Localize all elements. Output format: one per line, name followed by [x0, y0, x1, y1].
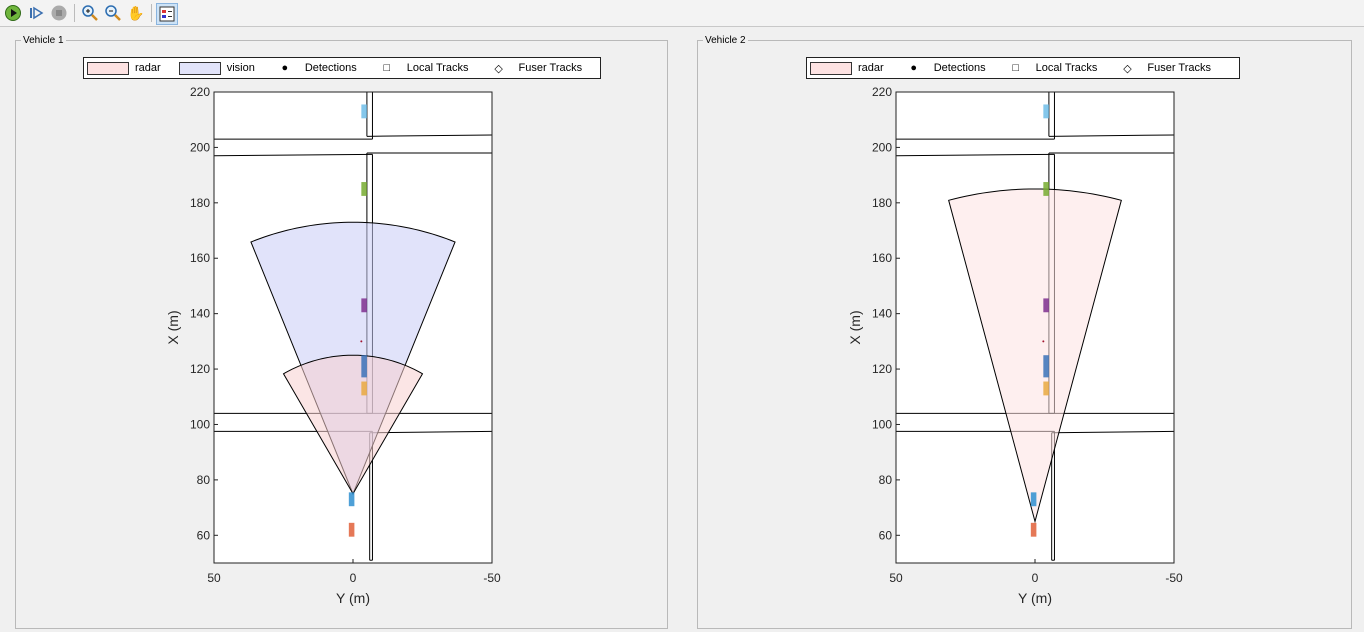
y-tick-label: 140: [190, 307, 210, 321]
y-tick-label: 120: [872, 362, 892, 376]
radar-swatch: [810, 61, 852, 75]
legend-local-tracks: Local Tracks: [1035, 62, 1098, 74]
vehicle: [361, 298, 367, 313]
y-axis-label: X (m): [847, 310, 863, 344]
vehicle: [361, 381, 367, 396]
vision-swatch: [178, 61, 221, 75]
legend-detections: Detections: [304, 62, 357, 74]
legend-radar: radar: [135, 62, 161, 74]
vehicle-1-panel: 50 0 -50 60 80 100 120 140 160 180 200 220 Y (m) X (m…: [15, 35, 668, 629]
step-icon[interactable]: [26, 3, 46, 23]
x-tick-label: 0: [1032, 571, 1039, 585]
y-tick-label: 200: [190, 140, 210, 154]
y-tick-label: 180: [190, 196, 210, 210]
legend-fuser-tracks: Fuser Tracks: [1147, 62, 1211, 74]
vehicle: [348, 492, 355, 507]
y-tick-label: 140: [872, 307, 892, 321]
vehicle: [1030, 492, 1037, 507]
detection-point: [360, 340, 363, 343]
legend[interactable]: radar ● Detections □ Local Tracks ◇ Fuser T…: [806, 57, 1240, 79]
y-tick-label: 60: [197, 528, 211, 542]
vehicle-2-panel: 50 0 -50 60 80 100 120 140 160 180 200 220 Y (m) X (m…: [697, 35, 1352, 629]
x-tick-label: 50: [207, 571, 221, 585]
y-tick-label: 120: [190, 362, 210, 376]
vehicle: [1043, 182, 1049, 196]
x-axis-label: Y (m): [1018, 590, 1052, 606]
y-tick-label: 60: [879, 528, 893, 542]
y-tick-label: 160: [872, 251, 892, 265]
vehicle: [1043, 381, 1049, 396]
vehicle-2-axes[interactable]: 50 0 -50 60 80 100 120 140 160 180 200 220 Y (m) X (m…: [698, 41, 1351, 628]
legend-radar: radar: [858, 62, 884, 74]
square-marker-icon: □: [383, 62, 391, 74]
square-marker-icon: □: [1012, 62, 1019, 74]
figure-toolbar: ✋: [0, 0, 1364, 27]
y-tick-label: 220: [872, 85, 892, 99]
run-icon[interactable]: [3, 3, 23, 23]
y-tick-label: 100: [872, 417, 892, 431]
vehicle: [1043, 298, 1049, 313]
legend[interactable]: radar vision ● Detections □ Local Tracks ◇…: [83, 57, 601, 79]
vehicle: [361, 182, 367, 196]
panel-title: Vehicle 1: [21, 35, 66, 46]
zoom-in-icon[interactable]: [80, 3, 100, 23]
vehicle: [361, 355, 367, 378]
stop-icon[interactable]: [49, 3, 69, 23]
detection-point: [1042, 340, 1045, 343]
vehicle-1-axes[interactable]: 50 0 -50 60 80 100 120 140 160 180 200 220 Y (m) X (m…: [16, 41, 667, 628]
x-tick-label: -50: [1165, 571, 1183, 585]
legend-local-tracks: Local Tracks: [406, 62, 469, 74]
y-tick-label: 200: [872, 140, 892, 154]
y-tick-label: 80: [879, 473, 893, 487]
legend-vision: vision: [226, 62, 255, 74]
legend-detections: Detections: [933, 62, 986, 74]
y-tick-label: 160: [190, 251, 210, 265]
zoom-out-icon[interactable]: [103, 3, 123, 23]
x-tick-label: 50: [889, 571, 903, 585]
detection-marker-icon: ●: [281, 62, 289, 74]
vehicle: [1043, 355, 1049, 378]
vehicle: [1030, 522, 1037, 537]
y-axis-label: X (m): [165, 310, 181, 344]
diamond-marker-icon: ◇: [1123, 62, 1132, 75]
x-tick-label: 0: [350, 571, 357, 585]
x-tick-label: -50: [483, 571, 501, 585]
pan-hand-icon[interactable]: ✋: [126, 3, 146, 23]
y-tick-label: 220: [190, 85, 210, 99]
vehicle: [348, 522, 355, 537]
diamond-marker-icon: ◇: [494, 62, 503, 75]
legend-toggle-icon[interactable]: [156, 3, 178, 25]
panel-title: Vehicle 2: [703, 35, 748, 46]
radar-swatch: [87, 61, 129, 75]
y-tick-label: 100: [190, 417, 210, 431]
x-axis-label: Y (m): [336, 590, 370, 606]
detection-marker-icon: ●: [910, 62, 918, 74]
y-tick-label: 180: [872, 196, 892, 210]
legend-fuser-tracks: Fuser Tracks: [518, 62, 583, 74]
vehicle: [1043, 104, 1049, 119]
y-tick-label: 80: [197, 473, 211, 487]
vehicle: [361, 104, 367, 119]
